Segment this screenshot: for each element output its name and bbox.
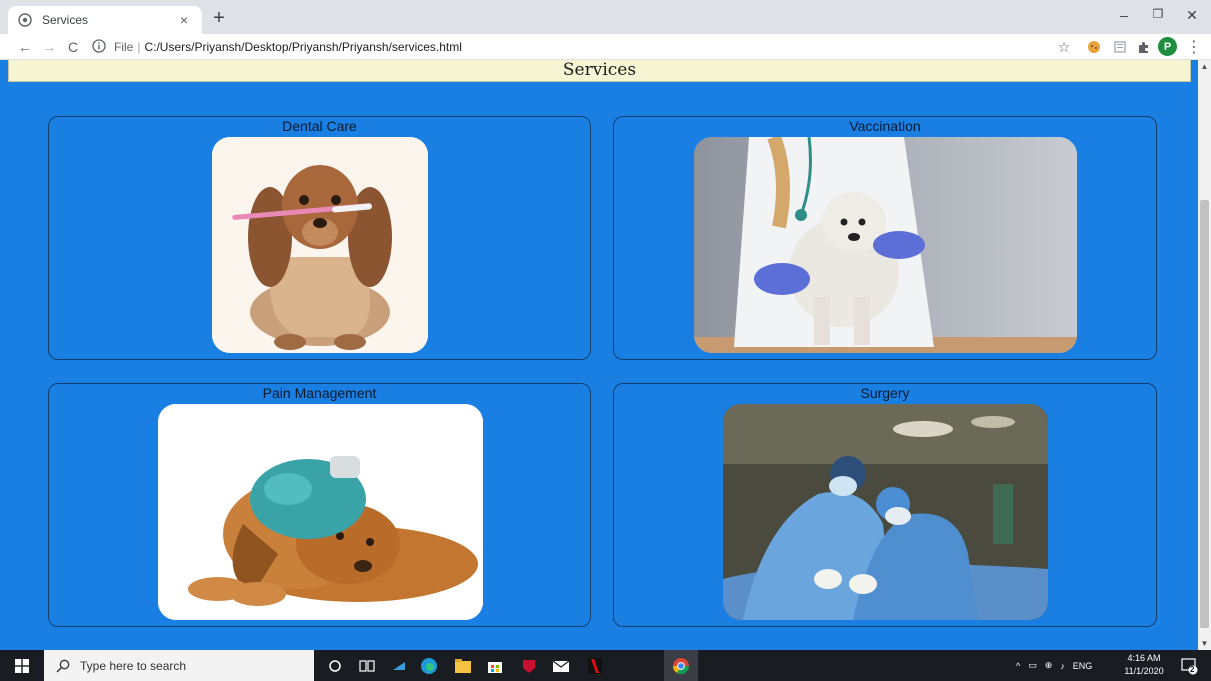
extensions-puzzle-icon[interactable] xyxy=(1133,37,1153,57)
bookmark-star-icon[interactable]: ☆ xyxy=(1054,37,1074,57)
reader-extension-icon[interactable] xyxy=(1110,37,1130,57)
close-window-button[interactable]: ✕ xyxy=(1180,7,1204,24)
scroll-up-arrow-icon[interactable]: ▲ xyxy=(1198,60,1211,73)
tab-services[interactable]: Services × xyxy=(8,6,202,34)
windows-logo-icon xyxy=(15,658,29,673)
start-button[interactable] xyxy=(0,650,44,681)
service-card-vaccination[interactable]: Vaccination xyxy=(613,116,1157,360)
address-bar[interactable]: File | C:/Users/Priyansh/Desktop/Priyans… xyxy=(92,37,1062,57)
cookie-extension-icon[interactable] xyxy=(1084,37,1104,57)
notifications-icon[interactable]: 2 xyxy=(1178,655,1200,677)
page-title: Services xyxy=(562,60,637,80)
taskbar: Type here to search ^ ▭ ⊕ ♪ ENG 4:16 AM … xyxy=(0,650,1211,681)
store-icon[interactable] xyxy=(484,655,506,677)
scroll-down-arrow-icon[interactable]: ▼ xyxy=(1198,637,1211,650)
battery-icon[interactable]: ▭ xyxy=(1028,660,1037,671)
file-explorer-icon[interactable] xyxy=(452,655,474,677)
edge-browser-icon[interactable] xyxy=(418,655,440,677)
maximize-button[interactable]: ❐ xyxy=(1146,7,1170,21)
chrome-icon[interactable] xyxy=(664,650,698,681)
search-placeholder: Type here to search xyxy=(80,658,187,673)
task-view-icon[interactable] xyxy=(356,655,378,677)
service-title: Dental Care xyxy=(282,118,357,134)
profile-avatar[interactable]: P xyxy=(1158,37,1177,56)
clock-date: 11/1/2020 xyxy=(1124,666,1164,676)
back-button[interactable]: ← xyxy=(14,39,36,55)
new-tab-button[interactable]: + xyxy=(208,8,230,30)
clock-time: 4:16 AM xyxy=(1127,653,1161,663)
notification-count: 2 xyxy=(1190,665,1195,674)
globe-icon xyxy=(18,13,32,27)
service-title: Vaccination xyxy=(849,118,921,134)
service-title: Pain Management xyxy=(262,385,377,401)
chevron-up-icon[interactable]: ^ xyxy=(1016,661,1020,671)
network-icon[interactable]: ⊕ xyxy=(1045,660,1053,671)
reload-button[interactable]: C xyxy=(62,39,84,55)
app-pinned-icon[interactable] xyxy=(388,655,410,677)
tab-close-icon[interactable]: × xyxy=(176,12,192,28)
taskbar-search-box[interactable]: Type here to search xyxy=(44,650,314,681)
clock[interactable]: 4:16 AM 11/1/2020 xyxy=(1118,652,1170,678)
service-title: Surgery xyxy=(860,385,910,401)
url-path: C:/Users/Priyansh/Desktop/Priyansh/Priya… xyxy=(144,40,462,54)
info-icon[interactable] xyxy=(92,39,108,55)
service-card-surgery[interactable]: Surgery xyxy=(613,383,1157,627)
system-tray: ^ ▭ ⊕ ♪ ENG xyxy=(1016,650,1092,681)
service-card-dental-care[interactable]: Dental Care xyxy=(48,116,591,360)
mail-icon[interactable] xyxy=(550,655,572,677)
surgery-image xyxy=(723,404,1048,620)
scroll-thumb[interactable] xyxy=(1200,200,1209,628)
search-icon xyxy=(56,659,70,673)
vertical-scrollbar[interactable]: ▲ ▼ xyxy=(1198,60,1211,650)
url-scheme: File xyxy=(114,40,134,54)
pain-management-image xyxy=(158,404,483,620)
language-indicator[interactable]: ENG xyxy=(1073,661,1093,671)
menu-icon[interactable]: ⋮ xyxy=(1184,37,1204,57)
dental-care-image xyxy=(212,137,428,353)
tab-strip: Services × + – ❐ ✕ xyxy=(0,0,1211,34)
page-header: Services xyxy=(8,60,1191,82)
volume-icon[interactable]: ♪ xyxy=(1060,661,1065,671)
vaccination-image xyxy=(694,137,1077,353)
cortana-icon[interactable] xyxy=(324,655,346,677)
service-card-pain-management[interactable]: Pain Management xyxy=(48,383,591,627)
mcafee-icon[interactable] xyxy=(518,655,540,677)
url-separator: | xyxy=(137,40,141,54)
minimize-button[interactable]: – xyxy=(1112,7,1136,23)
browser-toolbar: ← → C File | C:/Users/Priyansh/Desktop/P… xyxy=(0,34,1211,60)
page-viewport: Services Dental Care Vaccination Pain Ma… xyxy=(0,60,1198,650)
netflix-icon[interactable] xyxy=(584,655,606,677)
forward-button[interactable]: → xyxy=(38,39,60,55)
tab-title: Services xyxy=(42,13,89,27)
